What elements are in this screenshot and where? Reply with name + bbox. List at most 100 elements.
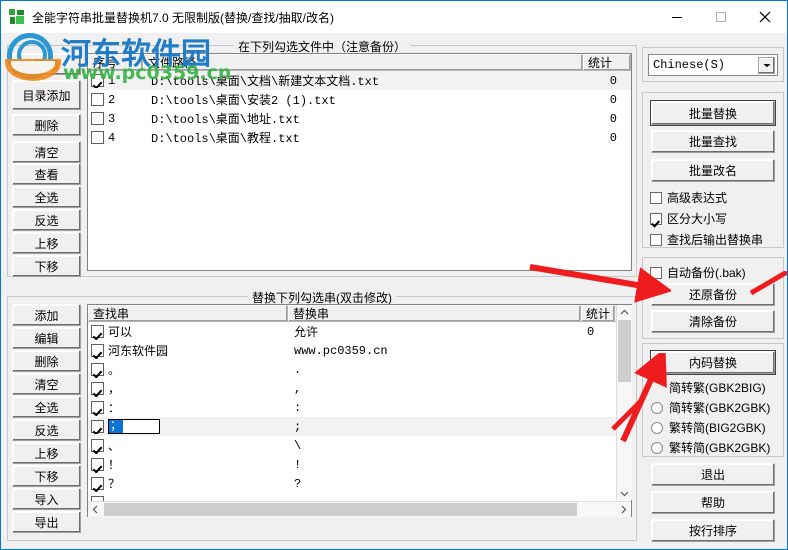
- file-row[interactable]: 1 D:\tools\桌面\文档\新建文本文档.txt 0: [88, 71, 631, 90]
- replace-row-checkbox[interactable]: [91, 477, 104, 490]
- scroll-up-icon[interactable]: [617, 305, 632, 319]
- file-row-count: 0: [609, 111, 617, 126]
- replace-horizontal-scrollbar[interactable]: [88, 501, 631, 517]
- batch-find-button[interactable]: 批量查找: [651, 130, 775, 153]
- footer-button-0[interactable]: 退出: [651, 463, 775, 486]
- replace-row-checkbox[interactable]: [91, 401, 104, 414]
- file-button-3[interactable]: 清空: [12, 141, 81, 163]
- file-row-path: D:\tools\桌面\教程.txt: [151, 132, 300, 146]
- encoding-option-2[interactable]: 繁转简(BIG2GBK): [651, 419, 766, 436]
- clear-backup-button[interactable]: 清除备份: [651, 310, 775, 333]
- replace-row-checkbox[interactable]: [91, 420, 104, 433]
- file-listview-body: 1 D:\tools\桌面\文档\新建文本文档.txt 0 2 D:\tools\桌面\…: [88, 71, 631, 147]
- batch-replace-button[interactable]: 批量替换: [651, 101, 775, 125]
- auto-backup-checkbox[interactable]: 自动备份(.bak): [650, 264, 746, 281]
- minimize-button[interactable]: [655, 1, 699, 33]
- replace-row-find: 可以: [108, 326, 133, 340]
- encoding-option-0[interactable]: 简转繁(GBK2BIG): [651, 379, 766, 396]
- replace-row-checkbox[interactable]: [91, 344, 104, 357]
- replace-row-find-editor[interactable]: ；: [108, 419, 160, 434]
- encoding-option-3[interactable]: 繁转简(GBK2GBK): [651, 439, 770, 456]
- replace-row-checkbox[interactable]: [91, 325, 104, 338]
- replace-row[interactable]: ？?: [88, 474, 631, 493]
- replace-button-4[interactable]: 全选: [12, 396, 81, 418]
- file-col-path[interactable]: 文件路径: [143, 54, 583, 70]
- replace-row-replace: :: [294, 400, 302, 415]
- footer-button-2[interactable]: 按行排序: [651, 519, 775, 542]
- file-row-checkbox[interactable]: [91, 112, 104, 125]
- file-listview[interactable]: 序号 文件路径 统计 1 D:\tools\桌面\文档\新建文本文档.txt 0 2 D…: [87, 53, 632, 271]
- file-button-6[interactable]: 反选: [12, 209, 81, 231]
- language-combo-value: Chinese(S): [653, 58, 726, 72]
- maximize-button[interactable]: [699, 1, 743, 33]
- file-button-7[interactable]: 上移: [12, 232, 81, 254]
- file-row-checkbox[interactable]: [91, 93, 104, 106]
- replace-vertical-scrollbar[interactable]: [616, 305, 632, 500]
- action-option-0[interactable]: 高级表达式: [650, 189, 727, 206]
- file-button-0[interactable]: 添加: [12, 53, 81, 75]
- replace-row-checkbox[interactable]: [91, 382, 104, 395]
- action-option-label: 查找后输出替换串: [667, 233, 764, 247]
- replace-listview[interactable]: 查找串 替换串 统计 可以 允许 0 河东软件园 www.pc0359.cn。.，,：:…: [87, 304, 632, 517]
- replace-row-count: 0: [587, 324, 595, 339]
- replace-row-find: 、: [108, 440, 121, 454]
- replace-button-0[interactable]: 添加: [12, 304, 81, 326]
- file-row-index: 1: [108, 73, 116, 88]
- file-row[interactable]: 4 D:\tools\桌面\教程.txt 0: [88, 128, 631, 147]
- batch-rename-button[interactable]: 批量改名: [651, 159, 775, 182]
- file-row-path: D:\tools\桌面\安装2 (1).txt: [151, 94, 336, 108]
- replace-row[interactable]: 可以 允许 0: [88, 322, 631, 341]
- file-row-checkbox[interactable]: [91, 74, 104, 87]
- file-button-4[interactable]: 查看: [12, 163, 81, 185]
- file-button-2[interactable]: 删除: [12, 114, 81, 136]
- file-button-5[interactable]: 全选: [12, 186, 81, 208]
- action-option-1[interactable]: 区分大小写: [650, 210, 727, 227]
- replace-row-replace: ?: [294, 476, 302, 491]
- replace-button-1[interactable]: 编辑: [12, 327, 81, 349]
- replace-row[interactable]: ！!: [88, 455, 631, 474]
- file-button-1[interactable]: 目录添加: [12, 80, 81, 110]
- file-col-count[interactable]: 统计: [583, 54, 631, 70]
- replace-col-count[interactable]: 统计: [581, 305, 615, 321]
- replace-row[interactable]: ：:: [88, 398, 631, 417]
- replace-row[interactable]: ；;: [88, 417, 631, 436]
- replace-row-find: ，: [108, 383, 121, 397]
- file-col-index[interactable]: 序号: [88, 54, 143, 70]
- scroll-thumb[interactable]: [618, 320, 631, 382]
- file-button-8[interactable]: 下移: [12, 255, 81, 277]
- scroll-left-icon[interactable]: [88, 502, 103, 517]
- file-row[interactable]: 3 D:\tools\桌面\地址.txt 0: [88, 109, 631, 128]
- replace-row-checkbox[interactable]: [91, 439, 104, 452]
- language-combo[interactable]: Chinese(S): [648, 54, 778, 76]
- close-button[interactable]: [743, 1, 787, 33]
- encoding-option-1[interactable]: 简转繁(GBK2GBK): [651, 399, 770, 416]
- replace-button-5[interactable]: 反选: [12, 419, 81, 441]
- scroll-down-icon[interactable]: [617, 486, 632, 500]
- chevron-down-icon[interactable]: [758, 56, 775, 74]
- scroll-right-icon[interactable]: [616, 502, 631, 517]
- replace-button-9[interactable]: 导出: [12, 511, 81, 533]
- action-option-checkbox-box: [650, 233, 662, 246]
- replace-row-checkbox[interactable]: [91, 458, 104, 471]
- replace-row[interactable]: 。.: [88, 360, 631, 379]
- replace-button-7[interactable]: 下移: [12, 465, 81, 487]
- replace-row-checkbox[interactable]: [91, 363, 104, 376]
- replace-button-8[interactable]: 导入: [12, 488, 81, 510]
- replace-button-3[interactable]: 清空: [12, 373, 81, 395]
- replace-row[interactable]: 河东软件园 www.pc0359.cn: [88, 341, 631, 360]
- restore-backup-button[interactable]: 还原备份: [651, 283, 775, 306]
- file-row-checkbox[interactable]: [91, 131, 104, 144]
- replace-col-find[interactable]: 查找串: [88, 305, 288, 321]
- replace-row[interactable]: 、 \: [88, 436, 631, 455]
- replace-row-replace: .: [294, 362, 302, 377]
- replace-row-find: 。: [108, 364, 121, 378]
- scroll-thumb-horizontal[interactable]: [104, 503, 577, 516]
- action-option-2[interactable]: 查找后输出替换串: [650, 231, 763, 248]
- replace-col-replace[interactable]: 替换串: [288, 305, 581, 321]
- replace-row[interactable]: ，,: [88, 379, 631, 398]
- replace-button-6[interactable]: 上移: [12, 442, 81, 464]
- replace-button-2[interactable]: 删除: [12, 350, 81, 372]
- encoding-convert-button[interactable]: 内码替换: [651, 351, 775, 374]
- footer-button-1[interactable]: 帮助: [651, 491, 775, 514]
- file-row[interactable]: 2 D:\tools\桌面\安装2 (1).txt 0: [88, 90, 631, 109]
